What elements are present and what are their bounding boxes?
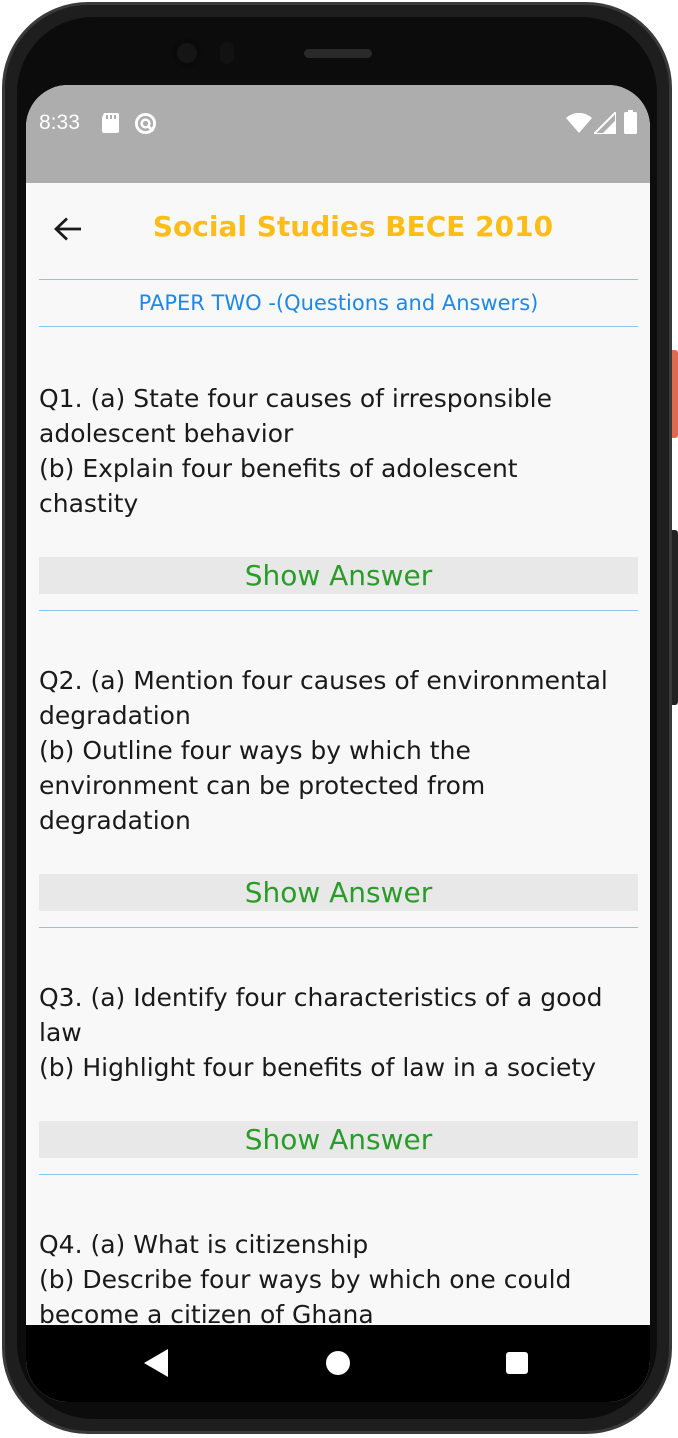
earpiece-speaker <box>304 49 372 58</box>
question-list[interactable]: PAPER TWO -(Questions and Answers) Q1. (… <box>39 279 638 1332</box>
paper-header: PAPER TWO -(Questions and Answers) <box>39 279 638 327</box>
nav-home-icon[interactable] <box>326 1351 350 1375</box>
proximity-sensor <box>220 42 234 64</box>
app-bar: Social Studies BECE 2010 <box>26 183 650 273</box>
question-text: Q3. (a) Identify four characteristics of… <box>39 983 603 1082</box>
question-item: Q4. (a) What is citizenship (b) Describe… <box>39 1175 638 1332</box>
navigation-bar <box>26 1325 650 1402</box>
question-item: Q2. (a) Mention four causes of environme… <box>39 611 638 928</box>
status-bar: 8:33 <box>26 85 650 183</box>
status-time: 8:33 <box>39 111 80 134</box>
volume-button <box>671 350 678 438</box>
show-answer-button-q3[interactable]: Show Answer <box>39 1121 638 1158</box>
front-camera <box>172 38 202 68</box>
arrow-left-icon <box>54 217 81 241</box>
screen: 8:33 Social Studies BECE 2010 PAPER TWO … <box>26 85 650 1402</box>
sd-card-icon <box>102 113 119 133</box>
show-answer-button-q1[interactable]: Show Answer <box>39 557 638 594</box>
sync-icon <box>134 112 157 135</box>
question-text: Q2. (a) Mention four causes of environme… <box>39 666 608 835</box>
wifi-icon <box>566 113 592 133</box>
nav-recents-icon[interactable] <box>506 1352 528 1374</box>
nav-back-icon[interactable] <box>144 1349 168 1377</box>
back-button[interactable] <box>48 209 88 249</box>
question-text: Q1. (a) State four causes of irresponsib… <box>39 384 552 518</box>
power-button <box>671 530 678 705</box>
page-title: Social Studies BECE 2010 <box>152 210 554 243</box>
show-answer-button-q2[interactable]: Show Answer <box>39 874 638 911</box>
question-item: Q1. (a) State four causes of irresponsib… <box>39 327 638 611</box>
battery-icon <box>624 110 637 134</box>
signal-icon <box>594 112 616 134</box>
question-text: Q4. (a) What is citizenship (b) Describe… <box>39 1230 572 1329</box>
question-item: Q3. (a) Identify four characteristics of… <box>39 928 638 1175</box>
